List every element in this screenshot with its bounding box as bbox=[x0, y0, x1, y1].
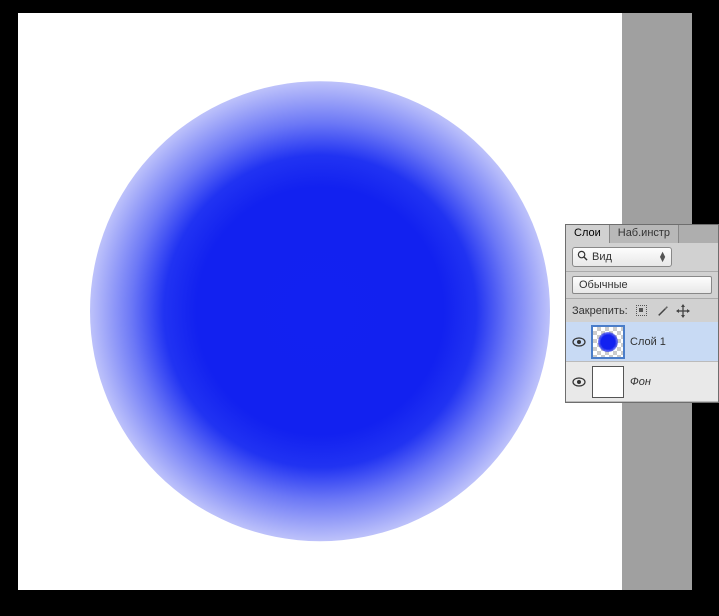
visibility-toggle-icon[interactable] bbox=[572, 335, 586, 349]
thumb-content bbox=[598, 332, 618, 352]
blend-mode-row: Обычные bbox=[566, 271, 718, 299]
layer-item[interactable]: Фон bbox=[566, 362, 718, 402]
lock-row: Закрепить: bbox=[566, 299, 718, 322]
lock-label: Закрепить: bbox=[572, 305, 628, 317]
layer-thumbnail[interactable] bbox=[592, 366, 624, 398]
lock-position-icon[interactable] bbox=[676, 303, 691, 318]
lock-paint-icon[interactable] bbox=[655, 303, 670, 318]
view-dropdown-label: Вид bbox=[592, 251, 658, 263]
layer-name-label[interactable]: Фон bbox=[630, 376, 651, 388]
layers-panel: Слои Наб.инстр Вид ▲▼ Обычные Закрепить: bbox=[565, 224, 719, 403]
dropdown-arrows-icon: ▲▼ bbox=[658, 252, 667, 263]
tab-presets[interactable]: Наб.инстр bbox=[610, 225, 679, 243]
lock-transparency-icon[interactable] bbox=[634, 303, 649, 318]
view-dropdown[interactable]: Вид ▲▼ bbox=[572, 247, 672, 267]
layer-name-label[interactable]: Слой 1 bbox=[630, 336, 666, 348]
search-icon bbox=[577, 250, 588, 264]
layers-list: Слой 1 Фон bbox=[566, 322, 718, 402]
layer-thumbnail[interactable] bbox=[592, 326, 624, 358]
layer-item[interactable]: Слой 1 bbox=[566, 322, 718, 362]
canvas[interactable] bbox=[18, 13, 622, 590]
panel-tabs: Слои Наб.инстр bbox=[566, 225, 718, 243]
filter-row: Вид ▲▼ bbox=[566, 243, 718, 271]
blend-mode-dropdown[interactable]: Обычные bbox=[572, 276, 712, 294]
canvas-content-circle bbox=[90, 81, 550, 541]
tab-layers[interactable]: Слои bbox=[566, 225, 610, 243]
visibility-toggle-icon[interactable] bbox=[572, 375, 586, 389]
